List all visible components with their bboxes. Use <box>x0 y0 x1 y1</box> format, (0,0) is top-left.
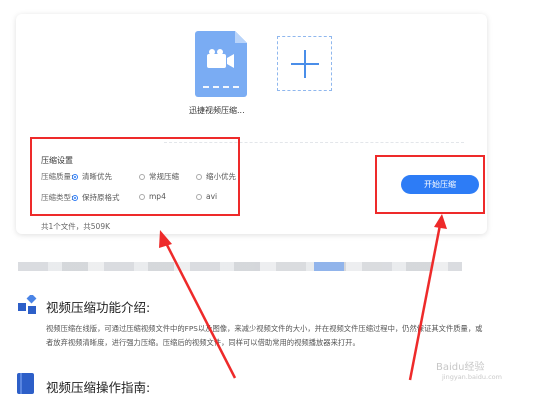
annotation-arrows <box>159 214 447 381</box>
watermark: Baidu经验 jingyan.baidu.com <box>436 362 502 381</box>
